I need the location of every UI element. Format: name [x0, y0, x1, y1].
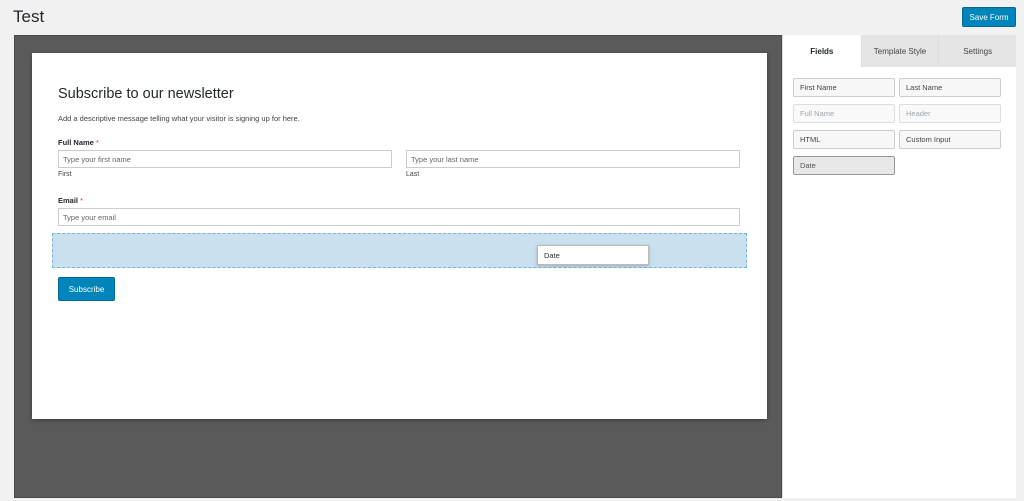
subscribe-button[interactable]: Subscribe	[58, 277, 115, 301]
email-input[interactable]: Type your email	[58, 208, 740, 226]
builder-sidebar: Fields Template Style Settings First Nam…	[782, 35, 1016, 498]
field-custom-input-button[interactable]: Custom Input	[899, 130, 1001, 149]
form-preview-canvas: Subscribe to our newsletter Add a descri…	[14, 35, 782, 498]
field-drop-zone[interactable]: Date	[52, 233, 747, 268]
first-sublabel: First	[58, 171, 72, 178]
form-card: Subscribe to our newsletter Add a descri…	[32, 53, 767, 419]
required-mark: *	[80, 196, 84, 205]
field-first-name-button[interactable]: First Name	[793, 78, 895, 97]
form-heading: Subscribe to our newsletter	[58, 86, 234, 102]
full-name-label: Full Name *	[58, 138, 99, 147]
last-name-input[interactable]: Type your last name	[406, 150, 740, 168]
page-title: Test	[13, 7, 45, 26]
tab-settings[interactable]: Settings	[938, 35, 1016, 67]
field-header-button[interactable]: Header	[899, 104, 1001, 123]
form-description: Add a descriptive message telling what y…	[58, 114, 300, 123]
field-html-button[interactable]: HTML	[793, 130, 895, 149]
field-palette: First Name Last Name Full Name Header HT…	[793, 78, 1003, 175]
tab-template-style[interactable]: Template Style	[860, 35, 939, 67]
sidebar-tabs: Fields Template Style Settings	[783, 35, 1016, 68]
field-full-name-button[interactable]: Full Name	[793, 104, 895, 123]
field-last-name-button[interactable]: Last Name	[899, 78, 1001, 97]
tab-fields[interactable]: Fields	[783, 35, 861, 68]
full-name-label-text: Full Name	[58, 138, 94, 147]
save-form-button[interactable]: Save Form	[962, 7, 1016, 27]
dragged-date-field[interactable]: Date	[537, 245, 649, 265]
field-date-button[interactable]: Date	[793, 156, 895, 175]
email-label-text: Email	[58, 196, 79, 205]
last-sublabel: Last	[406, 171, 420, 178]
required-mark: *	[95, 138, 99, 147]
email-label: Email *	[58, 196, 83, 205]
first-name-input[interactable]: Type your first name	[58, 150, 392, 168]
